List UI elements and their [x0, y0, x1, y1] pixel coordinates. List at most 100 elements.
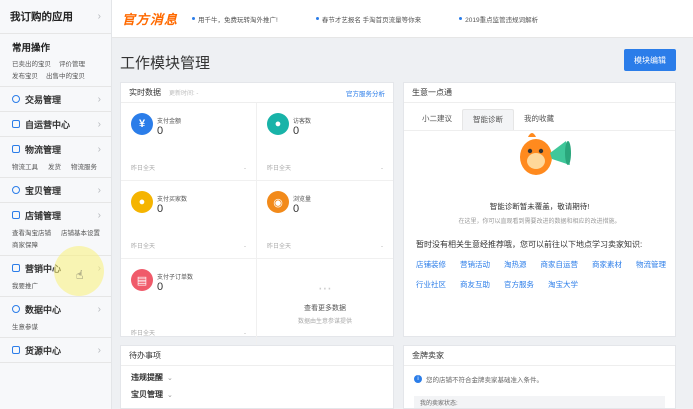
link-merchant-guarantee[interactable]: 商家保障: [12, 239, 38, 249]
metric-pageviews[interactable]: ◉ 浏览量 0 昨日全天 -: [257, 181, 393, 259]
sidebar-item-label: 交易管理: [25, 94, 62, 105]
metric-compare: -: [381, 166, 383, 172]
tab-smart-diagnosis[interactable]: 智能诊断: [462, 109, 514, 130]
official-news-logo: 官方消息: [122, 12, 179, 27]
sidebar-item-shop[interactable]: 店铺管理 ›: [12, 203, 101, 227]
link-sold-items[interactable]: 已卖出的宝贝: [12, 58, 51, 68]
sidebar-section-data: 数据中心 › 生意参谋: [0, 297, 111, 338]
sidebar-item-label: 自运营中心: [25, 119, 71, 130]
metric-label: 支付买家数: [157, 197, 188, 203]
metric-payment-amount[interactable]: ¥ 支付金额 0 昨日全天 -: [121, 103, 257, 181]
view-more-data[interactable]: ⋯ 查看更多数据 数据由生意参谋提供: [257, 259, 393, 346]
sidebar-section-trade: 交易管理 ›: [0, 87, 111, 112]
bullet-icon: [192, 17, 196, 20]
link-promote[interactable]: 我要推广: [12, 280, 38, 290]
chevron-right-icon: ›: [97, 93, 101, 105]
mascot-megaphone-icon: [520, 133, 571, 175]
link-self-operation[interactable]: 商家自运营: [541, 259, 579, 270]
chevron-right-icon: ›: [97, 209, 101, 221]
learning-prompt: 暂时没有相关生意经推荐哦，您可以前往以下地点学习卖家知识:: [416, 240, 643, 249]
more-data-link[interactable]: 查看更多数据: [304, 303, 346, 313]
link-business-advisor[interactable]: 生意参谋: [12, 321, 38, 331]
sidebar-item-label: 数据中心: [25, 304, 62, 315]
link-logistics-tools[interactable]: 物流工具: [12, 161, 38, 171]
metric-visitors[interactable]: ● 访客数 0 昨日全天 -: [257, 103, 393, 181]
sidebar-section-shop: 店铺管理 › 查看淘宝店铺 店铺基本设置 商家保障: [0, 203, 111, 256]
metric-value: 0: [157, 281, 164, 293]
sidebar-item-marketing[interactable]: 营销中心 ›: [12, 256, 101, 280]
todo-item-goods[interactable]: 宝贝管理 ⌄: [121, 383, 393, 400]
bullet-icon: [315, 17, 319, 20]
link-view-shop[interactable]: 查看淘宝店铺: [12, 227, 51, 237]
metric-value: 0: [293, 203, 300, 215]
chevron-down-icon: ⌄: [167, 375, 173, 382]
link-shop-settings[interactable]: 店铺基本设置: [61, 227, 100, 237]
metric-foot: 昨日全天: [131, 331, 156, 337]
module-edit-button[interactable]: 模块编辑: [624, 49, 676, 71]
metric-value: 0: [157, 203, 164, 215]
sidebar-section-goods: 宝贝管理 ›: [0, 178, 111, 203]
news-item-text: 用千牛，免费玩转淘外推广!: [198, 16, 278, 24]
link-on-sale-items[interactable]: 出售中的宝贝: [46, 70, 85, 80]
link-official-service[interactable]: 官方服务: [504, 279, 534, 290]
link-industry-community[interactable]: 行业社区: [416, 279, 446, 290]
buyer-icon: ●: [131, 191, 153, 213]
news-item[interactable]: 2019重点监管违规词解析: [459, 14, 538, 24]
sidebar-item-label: 宝贝管理: [25, 185, 62, 196]
chevron-right-icon: ›: [97, 303, 101, 315]
link-merchant-material[interactable]: 商家素材: [592, 259, 622, 270]
official-service-analysis-link[interactable]: 官方服务分析: [346, 88, 385, 98]
link-logistics-manage[interactable]: 物流管理: [636, 259, 666, 270]
sidebar-item-data[interactable]: 数据中心 ›: [12, 297, 101, 321]
link-hot-source[interactable]: 淘热源: [504, 259, 527, 270]
link-publish-item[interactable]: 发布宝贝: [12, 70, 38, 80]
business-advice-panel: 生意一点通 小二建议 智能诊断 我的收藏 智能诊断暂未覆盖，敬请期待! 在这里，…: [403, 82, 676, 337]
link-review-manage[interactable]: 评价管理: [59, 58, 85, 68]
common-operations: 常用操作 已卖出的宝贝 评价管理 发布宝贝 出售中的宝贝: [0, 34, 111, 87]
metric-compare: -: [244, 244, 246, 250]
sidebar-item-label: 营销中心: [25, 263, 62, 274]
metric-foot: 昨日全天: [267, 244, 292, 250]
sidebar-item-trade[interactable]: 交易管理 ›: [12, 87, 101, 111]
panel-title: 待办事项: [129, 351, 161, 360]
sidebar-header[interactable]: 我订购的应用 ›: [0, 0, 111, 34]
link-merchant-help[interactable]: 商友互助: [460, 279, 490, 290]
diagnosis-notice: 智能诊断暂未覆盖，敬请期待!: [489, 202, 590, 211]
metric-sub-orders[interactable]: ▤ 支付子订单数 0 昨日全天 -: [121, 259, 257, 346]
link-shop-decoration[interactable]: 店铺装修: [416, 259, 446, 270]
trade-icon: [12, 95, 20, 103]
tab-suggestions[interactable]: 小二建议: [412, 109, 462, 130]
news-item[interactable]: 用千牛，免费玩转淘外推广!: [192, 14, 278, 24]
sidebar-item-logistics[interactable]: 物流管理 ›: [12, 137, 101, 161]
link-ship[interactable]: 发货: [48, 161, 61, 171]
sidebar-item-supply[interactable]: 货源中心 ›: [12, 338, 101, 362]
metric-compare: -: [244, 331, 246, 337]
orders-icon: ▤: [131, 269, 153, 291]
metric-foot: 昨日全天: [131, 166, 156, 172]
gold-seller-panel: 金牌卖家 i 您的店铺不符合金牌卖家基础准入条件。 我的卖家状态:: [403, 345, 676, 409]
news-item[interactable]: 春节才艺报名 手淘首页流量等你来: [315, 14, 421, 24]
link-taobao-university[interactable]: 淘宝大学: [548, 279, 578, 290]
chevron-right-icon: ›: [97, 344, 101, 356]
realtime-data-panel: 实时数据 更新时间: - 官方服务分析 ¥ 支付金额 0 昨日全天 - ● 访客数…: [120, 82, 394, 346]
sidebar-item-self-operation[interactable]: 自运营中心 ›: [12, 112, 101, 136]
metric-label: 浏览量: [293, 197, 312, 203]
sidebar-item-label: 店铺管理: [25, 210, 62, 221]
supply-icon: [12, 346, 20, 354]
metric-paying-buyers[interactable]: ● 支付买家数 0 昨日全天 -: [121, 181, 257, 259]
news-item-text: 2019重点监管违规词解析: [465, 16, 539, 24]
sidebar-header-label: 我订购的应用: [10, 11, 73, 23]
sidebar-section-marketing: 营销中心 › 我要推广: [0, 256, 111, 297]
sidebar-item-goods[interactable]: 宝贝管理 ›: [12, 178, 101, 202]
link-logistics-service[interactable]: 物流服务: [71, 161, 97, 171]
sidebar-section-supply: 货源中心 ›: [0, 338, 111, 363]
metric-value: 0: [157, 125, 164, 137]
metric-foot: 昨日全天: [131, 244, 156, 250]
logistics-icon: [12, 145, 20, 153]
todo-item-violation[interactable]: 违规提醒 ⌄: [121, 366, 393, 383]
chat-icon: [12, 120, 20, 128]
gold-seller-notice: 您的店铺不符合金牌卖家基础准入条件。: [426, 377, 543, 384]
sidebar-item-label: 货源中心: [25, 345, 62, 356]
link-marketing-activity[interactable]: 营销活动: [460, 259, 490, 270]
pageview-icon: ◉: [267, 191, 289, 213]
